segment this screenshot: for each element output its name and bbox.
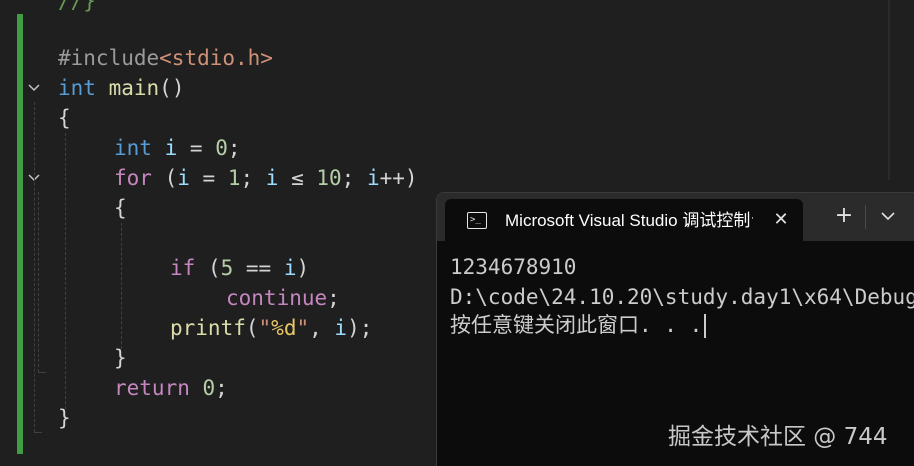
operator: ++) (379, 166, 418, 190)
code-line-for: for (i = 1; i ≤ 10; i++) (114, 163, 418, 193)
brace: { (58, 106, 71, 130)
number-literal: 0 (215, 136, 228, 160)
punctuation: ) (296, 256, 310, 280)
terminal-tab[interactable]: >_ Microsoft Visual Studio 调试控制台 ✕ (445, 199, 803, 241)
console-output-line: 按任意键关闭此窗口. . . (450, 310, 707, 340)
type-keyword: int (114, 136, 152, 160)
punctuation: ( (151, 166, 178, 190)
semicolon: ; (227, 136, 241, 160)
semicolon: ; (341, 166, 367, 190)
variable: i (164, 136, 178, 160)
semicolon: ; (240, 166, 266, 190)
fold-region-line (38, 192, 39, 372)
string-quote: " (258, 316, 272, 340)
code-line-return: return 0; (114, 373, 228, 403)
semicolon: ; (327, 286, 340, 310)
operator: ≤ (278, 166, 317, 190)
indent-guide (65, 133, 66, 409)
code-line-include: #include<stdio.h> (58, 43, 273, 73)
number-literal: 5 (220, 256, 234, 280)
function-name: printf (170, 316, 246, 340)
punctuation: ( (245, 316, 259, 340)
console-prompt-text: 按任意键关闭此窗口. . . (450, 313, 703, 337)
punctuation: ); (347, 316, 373, 340)
number-literal: 10 (316, 166, 342, 190)
control-keyword: if (170, 256, 196, 280)
fold-region-line (34, 102, 35, 432)
brace: } (58, 406, 71, 430)
plus-icon[interactable]: + (833, 205, 855, 227)
close-icon[interactable]: ✕ (771, 210, 791, 230)
watermark: 掘金技术社区 @ 744 (668, 424, 888, 450)
tab-title: Microsoft Visual Studio 调试控制台 (505, 211, 753, 230)
code-line-if: if (5 == i) (170, 253, 309, 283)
brace: } (114, 346, 127, 370)
console-output-line: D:\code\24.10.20\study.day1\x64\Debug\st… (450, 285, 914, 309)
code-line-fragment: //} (58, 0, 96, 13)
editor-scrollbar-edge (888, 0, 890, 180)
console-output-line: 1234678910 (450, 255, 577, 279)
code-line-continue: continue; (226, 283, 340, 313)
code-line-main: int main() (58, 73, 184, 103)
operator: = (189, 166, 228, 190)
code-line-open-brace: { (58, 103, 71, 133)
number-literal: 0 (202, 376, 216, 400)
punctuation: () (159, 76, 185, 100)
code-line-for-brace: { (114, 193, 127, 223)
operator: = (177, 136, 216, 160)
text-cursor (704, 314, 707, 338)
control-keyword: continue (226, 286, 328, 310)
semicolon: ; (215, 376, 228, 400)
preprocessor-directive: #include (58, 46, 160, 70)
operator: == (233, 256, 284, 280)
indent-guide (121, 223, 122, 349)
string-quote: " (296, 316, 310, 340)
code-line-main-close: } (58, 403, 71, 433)
code-line-declaration: int i = 0; (114, 133, 241, 163)
code-line-printf: printf("%d", i); (170, 313, 372, 343)
number-literal: 1 (227, 166, 241, 190)
variable: i (366, 166, 380, 190)
punctuation: , (309, 316, 335, 340)
fold-region-end (34, 432, 42, 433)
include-header: <stdio.h> (159, 46, 273, 70)
format-specifier: %d (271, 316, 297, 340)
terminal-icon: >_ (467, 212, 487, 229)
terminal-titlebar[interactable]: >_ Microsoft Visual Studio 调试控制台 ✕ + (437, 193, 914, 241)
punctuation: ( (195, 256, 221, 280)
variable: i (265, 166, 279, 190)
control-keyword: for (114, 166, 152, 190)
fold-chevron-down-icon[interactable] (27, 81, 41, 95)
fold-region-end (38, 372, 46, 373)
brace: { (114, 196, 127, 220)
titlebar-separator (865, 205, 866, 229)
chevron-down-icon[interactable] (879, 207, 897, 225)
type-keyword: int (58, 76, 96, 100)
change-indicator-bar (17, 14, 23, 454)
function-name: main (108, 76, 160, 100)
code-line-for-close: } (114, 343, 127, 373)
control-keyword: return (114, 376, 190, 400)
variable: i (177, 166, 190, 190)
variable: i (334, 316, 348, 340)
variable: i (283, 256, 297, 280)
